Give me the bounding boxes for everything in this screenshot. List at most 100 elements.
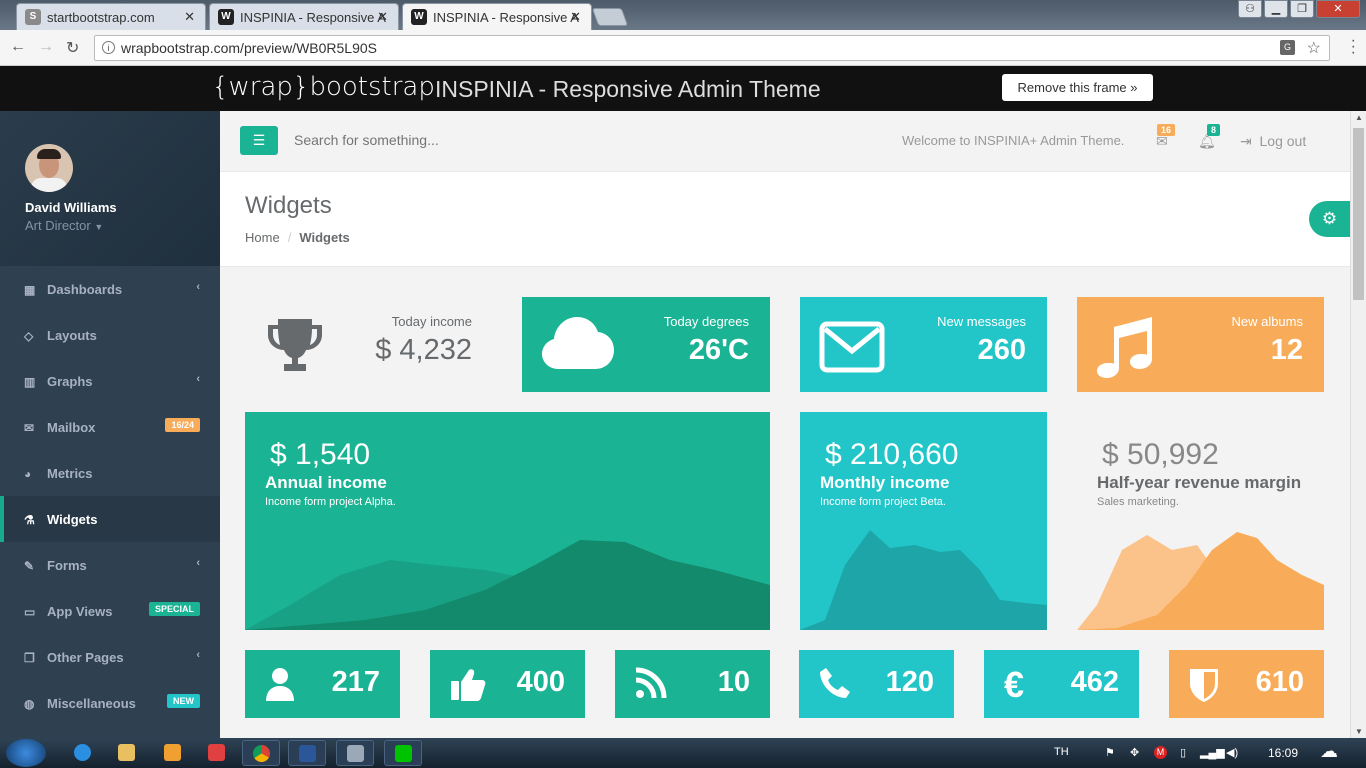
minimize-button[interactable]: ▁ [1264, 0, 1288, 18]
phone-icon [819, 667, 851, 704]
browser-menu-icon[interactable]: · · · [1351, 33, 1356, 61]
avatar[interactable] [25, 144, 73, 192]
sidebar-item-label: Dashboards [47, 282, 123, 297]
dropbox-icon[interactable]: ✥ [1130, 746, 1139, 759]
sidebar-menu: ▦ Dashboards ‹ ◇ Layouts ▥ Graphs ‹ ✉ Mailbox 16/2… [0, 266, 220, 726]
sidebar-item-layouts[interactable]: ◇ Layouts [0, 312, 220, 358]
sidebar-item-metrics[interactable]: ◕ Metrics [0, 450, 220, 496]
scroll-up-icon[interactable]: ▲ [1355, 113, 1363, 122]
desktop-icon: ▭ [24, 605, 36, 619]
svg-text:€: € [1004, 667, 1024, 701]
sidebar-item-label: Miscellaneous [47, 696, 136, 711]
flask-icon: ⚗ [24, 513, 35, 527]
sidebar-item-other-pages[interactable]: ❐ Other Pages ‹ [0, 634, 220, 680]
language-indicator[interactable]: TH [1054, 746, 1069, 758]
browser-tab-2[interactable]: W INSPINIA - Responsive A ✕ [209, 3, 399, 30]
sidebar-item-widgets[interactable]: ⚗ Widgets [0, 496, 220, 542]
tab-title: startbootstrap.com [47, 10, 155, 25]
stat-label: Today degrees [663, 314, 749, 329]
edit-icon: ✎ [24, 559, 35, 573]
stat-label: Today income [391, 314, 472, 329]
back-icon[interactable]: ← [10, 38, 26, 56]
forward-icon[interactable]: → [38, 38, 54, 56]
wrapbootstrap-logo[interactable]: {wrap}bootstrap [212, 72, 435, 102]
signal-icon[interactable]: ▂▄▆ [1200, 746, 1225, 759]
url-field[interactable]: i wrapbootstrap.com/preview/WB0R5L90S G … [94, 35, 1330, 61]
menu-toggle-button[interactable]: ☰ [240, 126, 278, 155]
remove-frame-button[interactable]: Remove this frame » [1002, 74, 1153, 101]
maximize-button[interactable]: ❐ [1290, 0, 1314, 18]
stat-value: 26'C [688, 334, 749, 366]
line-icon[interactable] [384, 740, 422, 766]
clock[interactable]: 16:09 [1268, 746, 1298, 760]
pie-chart-icon: ◕ [24, 467, 32, 481]
small-stat-value: 217 [331, 666, 380, 698]
close-window-button[interactable]: ✕ [1316, 0, 1360, 18]
profile-name[interactable]: David Williams [25, 200, 220, 215]
new-albums-widget: New albums 12 [1077, 297, 1324, 392]
search-input[interactable] [294, 132, 594, 148]
alerts-count-badge: 8 [1207, 124, 1221, 136]
rss-icon [635, 667, 667, 704]
sidebar-item-forms[interactable]: ✎ Forms ‹ [0, 542, 220, 588]
diamond-icon: ◇ [24, 329, 34, 343]
page-scrollbar[interactable]: ▲ ▼ [1350, 111, 1366, 738]
small-stat-value: 400 [516, 666, 565, 698]
user-icon[interactable]: ⚇ [1238, 0, 1262, 18]
sidebar-item-mailbox[interactable]: ✉ Mailbox 16/24 [0, 404, 220, 450]
messages-count-badge: 16 [1157, 124, 1176, 136]
browser-tab-1[interactable]: S startbootstrap.com ✕ [16, 3, 206, 30]
antivirus-icon[interactable]: M [1154, 746, 1167, 759]
stat-value: $ 4,232 [375, 334, 472, 366]
sidebar: David Williams Art Director ▼ ▦ Dashboard… [0, 111, 220, 738]
close-tab-icon[interactable]: ✕ [184, 9, 195, 25]
new-tab-button[interactable] [591, 8, 629, 26]
internet-explorer-icon[interactable] [64, 740, 102, 766]
app-icon[interactable] [198, 740, 236, 766]
translate-icon[interactable]: G [1280, 40, 1295, 55]
sidebar-item-label: Other Pages [47, 650, 124, 665]
weather-cloud-icon[interactable]: ☁ [1320, 741, 1338, 762]
close-tab-icon[interactable]: ✕ [377, 9, 388, 25]
profile-role-dropdown[interactable]: Art Director ▼ [25, 218, 220, 233]
file-explorer-icon[interactable] [108, 740, 146, 766]
flag-icon[interactable]: ⚑ [1105, 746, 1115, 759]
window-controls: ⚇ ▁ ❐ ✕ [1238, 0, 1360, 18]
scrollbar-thumb[interactable] [1353, 128, 1364, 300]
small-stat-widget: 610 [1169, 650, 1324, 718]
sidebar-item-graphs[interactable]: ▥ Graphs ‹ [0, 358, 220, 404]
music-icon [1097, 317, 1152, 378]
breadcrumb-home[interactable]: Home [245, 230, 280, 245]
small-stat-widget: €462 [984, 650, 1139, 718]
trophy-icon [268, 319, 322, 371]
battery-icon[interactable]: ▯ [1180, 746, 1186, 759]
volume-icon[interactable]: ◀) [1226, 746, 1238, 759]
info-icon[interactable]: i [102, 41, 115, 54]
media-player-icon[interactable] [154, 740, 192, 766]
sidebar-badge: 16/24 [165, 418, 200, 432]
logout-link[interactable]: ⇥ Log out [1240, 133, 1306, 150]
small-stat-value: 610 [1255, 666, 1304, 698]
monthly-income-widget: $ 210,660 Monthly income Income form pro… [800, 412, 1047, 630]
bookmark-star-icon[interactable]: ☆ [1307, 38, 1321, 58]
stat-label: New albums [1231, 314, 1303, 329]
top-navbar: ☰ Welcome to INSPINIA+ Admin Theme. ✉ 16… [220, 111, 1350, 172]
word-icon[interactable] [288, 740, 326, 766]
profile-panel: David Williams Art Director ▼ [0, 111, 220, 266]
shield-icon [1189, 667, 1219, 708]
sidebar-item-miscellaneous[interactable]: ◍ Miscellaneous NEW [0, 680, 220, 726]
reload-icon[interactable]: ↻ [66, 38, 79, 58]
preview-frame-bar: {wrap}bootstrap INSPINIA - Responsive Ad… [0, 66, 1366, 111]
scroll-down-icon[interactable]: ▼ [1355, 727, 1363, 736]
half-year-revenue-widget: $ 50,992 Half-year revenue margin Sales … [1077, 412, 1324, 630]
browser-tab-3[interactable]: W INSPINIA - Responsive A ✕ [402, 3, 592, 30]
windows-start-button[interactable] [6, 739, 46, 767]
chrome-icon[interactable] [242, 740, 280, 766]
close-tab-icon[interactable]: ✕ [570, 9, 581, 25]
sidebar-item-app-views[interactable]: ▭ App Views SPECIAL [0, 588, 220, 634]
income-subtitle: Income form project Alpha. [265, 496, 396, 508]
wrapbootstrap-favicon-icon: W [411, 9, 427, 25]
settings-gear-icon[interactable]: ⚙ [1309, 201, 1350, 237]
paint-icon[interactable] [336, 740, 374, 766]
sidebar-item-dashboards[interactable]: ▦ Dashboards ‹ [0, 266, 220, 312]
